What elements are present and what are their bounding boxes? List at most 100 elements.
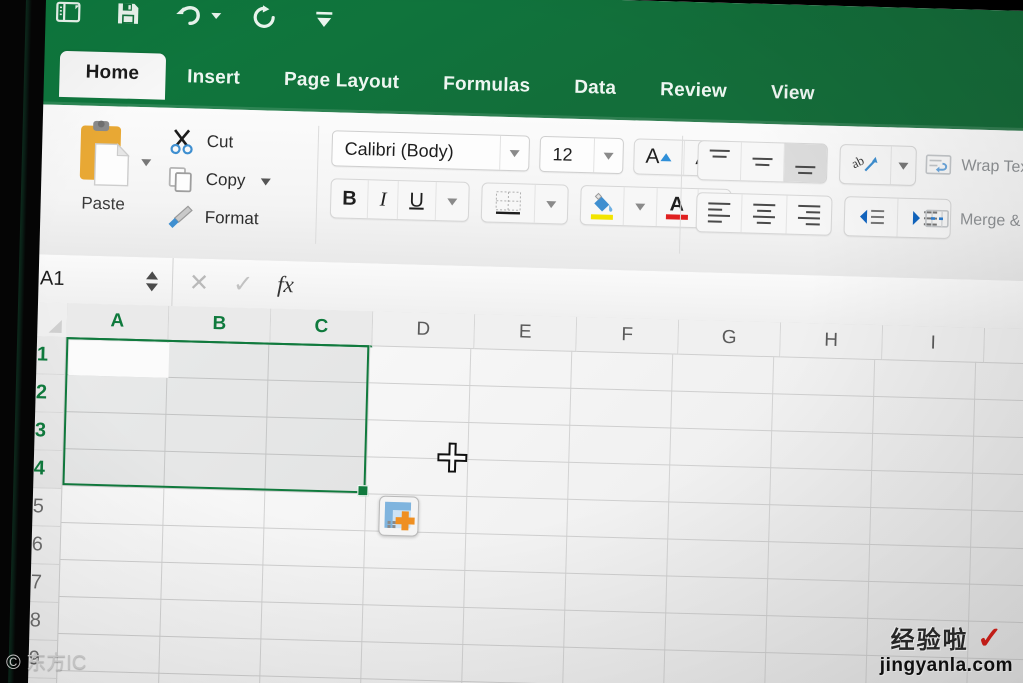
tab-review[interactable]: Review: [638, 69, 750, 115]
orientation-control: ab: [838, 143, 917, 187]
merge-center-label: Merge & Center: [959, 211, 1023, 231]
align-right-button[interactable]: [787, 196, 832, 235]
copy-label: Copy: [205, 169, 246, 190]
borders-dropdown[interactable]: [534, 185, 567, 224]
worksheet-grid: A B C D E F G H I J 1 2 3 4 5 6 7 8 9: [10, 301, 1023, 683]
watermark-left-text: © 东方IC: [6, 652, 87, 674]
spinner-up-icon: [146, 271, 159, 280]
bottom-align-button[interactable]: [783, 143, 827, 183]
column-header-b[interactable]: B: [168, 305, 272, 345]
align-left-button[interactable]: [696, 193, 743, 233]
cancel-formula-icon[interactable]: ✕: [189, 268, 210, 298]
wrap-text-button[interactable]: Wrap Text: [925, 146, 1023, 189]
copy-icon: [168, 166, 192, 193]
borders-control: [480, 182, 569, 225]
svg-text:ab: ab: [851, 152, 866, 171]
column-header-d[interactable]: D: [372, 311, 476, 350]
copy-dropdown-caret-icon[interactable]: [260, 177, 271, 186]
top-align-button[interactable]: [697, 141, 742, 181]
borders-button[interactable]: [481, 183, 536, 223]
group-alignment: ab: [695, 140, 953, 239]
tab-formulas[interactable]: Formulas: [421, 64, 553, 111]
clipboard-commands: Cut Copy Format: [163, 122, 306, 240]
fill-color-button[interactable]: [580, 185, 625, 226]
column-header-i[interactable]: I: [882, 325, 986, 363]
customize-toolbar-icon[interactable]: [307, 2, 342, 37]
active-cell-a1[interactable]: [68, 340, 170, 378]
decrease-indent-icon: [860, 209, 885, 225]
font-name-dropdown[interactable]: [499, 135, 530, 171]
paste-icon[interactable]: [72, 117, 152, 193]
group-font: Calibri (Body) 12 A A: [329, 130, 736, 230]
column-header-j[interactable]: J: [984, 327, 1023, 366]
excel-window: Home Insert Page Layout Formulas Data Re…: [10, 0, 1023, 683]
watermark-left: © 东方IC: [6, 646, 86, 675]
tab-page-layout[interactable]: Page Layout: [261, 59, 421, 106]
orientation-button[interactable]: ab: [839, 144, 892, 185]
enter-formula-icon[interactable]: ✓: [233, 269, 254, 299]
fill-handle[interactable]: [357, 485, 369, 497]
undo-dropdown-caret-icon[interactable]: [211, 12, 222, 20]
column-header-e[interactable]: E: [474, 314, 578, 352]
font-name-value: Calibri (Body): [344, 138, 454, 162]
watermark-check-icon: ✓: [977, 622, 1003, 655]
column-header-f[interactable]: F: [576, 316, 680, 355]
paintbrush-icon: [168, 205, 193, 228]
quick-analysis-button[interactable]: [378, 495, 420, 537]
name-box[interactable]: A1: [21, 253, 174, 306]
decrease-indent-button[interactable]: [844, 197, 899, 237]
horizontal-align-buttons: [695, 192, 833, 236]
scissors-icon: [170, 129, 193, 155]
merge-center-button[interactable]: Merge & Center: [923, 200, 1023, 243]
orientation-icon: ab: [851, 152, 878, 172]
column-header-a[interactable]: A: [66, 303, 170, 342]
ribbon-display-options-icon[interactable]: [51, 0, 86, 29]
format-painter-label: Format: [204, 207, 259, 229]
vertical-align-buttons: [696, 140, 828, 184]
formula-bar-buttons: ✕ ✓ fx: [173, 267, 311, 300]
tab-data[interactable]: Data: [552, 67, 639, 112]
font-color-button[interactable]: A: [656, 188, 699, 228]
cell-area[interactable]: [57, 337, 1023, 683]
italic-button[interactable]: I: [368, 180, 399, 220]
column-header-h[interactable]: H: [780, 322, 884, 361]
grow-font-button[interactable]: A: [634, 139, 686, 175]
tab-view[interactable]: View: [748, 72, 837, 117]
save-icon[interactable]: [111, 0, 146, 31]
watermark-right: 经验啦 ✓ jingyanla.com: [880, 622, 1013, 676]
tab-home[interactable]: Home: [58, 50, 166, 100]
cut-button[interactable]: Cut: [165, 122, 306, 164]
merge-center-icon: [925, 209, 949, 228]
undo-icon[interactable]: [171, 0, 206, 33]
format-painter-button[interactable]: Format: [163, 198, 304, 240]
cell-cursor-icon: [437, 442, 468, 473]
redo-icon[interactable]: [247, 0, 282, 35]
font-size-dropdown[interactable]: [593, 138, 624, 174]
screenshot-root: Home Insert Page Layout Formulas Data Re…: [0, 0, 1023, 683]
cut-label: Cut: [206, 131, 234, 152]
underline-button[interactable]: U: [397, 181, 437, 221]
group-clipboard: Paste: [48, 113, 161, 216]
fill-color-dropdown[interactable]: [623, 187, 658, 227]
ribbon-body: Paste Cut Copy Format Calibri (Body) 12 …: [22, 103, 1023, 284]
fill-color-icon: [593, 192, 612, 212]
copy-button[interactable]: Copy: [164, 160, 305, 202]
selection-range[interactable]: [62, 337, 370, 497]
paste-dropdown-caret-icon[interactable]: [141, 159, 152, 167]
name-box-spinner[interactable]: [145, 271, 159, 292]
font-size-combobox[interactable]: 12: [539, 135, 625, 175]
font-style-buttons: B I U: [329, 178, 470, 222]
column-header-c[interactable]: C: [270, 308, 374, 348]
undo-group[interactable]: [171, 0, 222, 33]
underline-dropdown[interactable]: [435, 182, 468, 221]
align-center-button[interactable]: [741, 194, 788, 234]
column-header-g[interactable]: G: [678, 319, 782, 358]
orientation-dropdown[interactable]: [891, 146, 916, 185]
spinner-down-icon: [145, 283, 158, 292]
watermark-right-cn: 经验啦: [890, 627, 969, 654]
font-name-combobox[interactable]: Calibri (Body): [331, 130, 531, 172]
bold-button[interactable]: B: [330, 179, 370, 219]
middle-align-button[interactable]: [740, 142, 785, 182]
insert-function-icon[interactable]: fx: [277, 272, 294, 298]
tab-insert[interactable]: Insert: [165, 57, 263, 103]
